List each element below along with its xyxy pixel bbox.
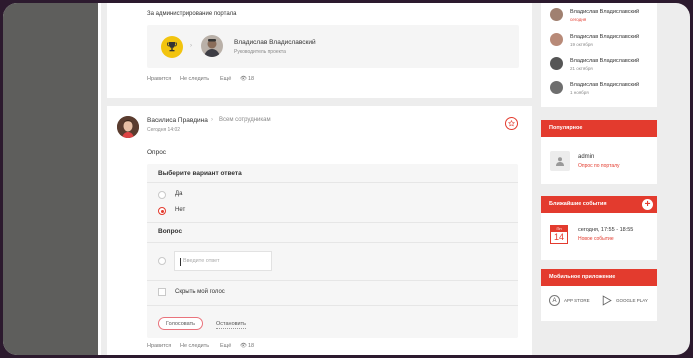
birthday-date: 1 ноября bbox=[570, 90, 589, 95]
divider bbox=[147, 280, 518, 281]
eye-icon: 👁 bbox=[240, 76, 247, 82]
avatar bbox=[550, 8, 563, 21]
poll-block: Выберите вариант ответа Да Нет Вопрос Вв… bbox=[147, 164, 518, 338]
birthdays-widget: Владислав Владиславский сегодня Владисла… bbox=[541, 3, 657, 107]
birthday-date: сегодня bbox=[570, 17, 587, 22]
events-header: Ближайшие события + bbox=[541, 196, 657, 213]
stop-poll-link[interactable]: Остановить bbox=[216, 320, 247, 329]
author-name[interactable]: Василиса Правдина bbox=[147, 117, 208, 124]
divider bbox=[147, 305, 518, 306]
popular-header: Популярное bbox=[541, 120, 657, 137]
news-feed: За администрирование портала › Владислав… bbox=[107, 3, 532, 355]
events-widget: Ближайшие события + Пн 14 сегодня, 17:55… bbox=[541, 196, 657, 260]
unfollow-link[interactable]: Не следить bbox=[180, 76, 209, 82]
avatar bbox=[550, 57, 563, 70]
mobile-header: Мобильное приложение bbox=[541, 269, 657, 286]
eye-icon: 👁 bbox=[240, 343, 247, 349]
birthday-name: Владислав Владиславский bbox=[570, 58, 640, 64]
birthday-name: Владислав Владиславский bbox=[570, 82, 640, 88]
google-play-button[interactable]: GOOGLE PLAY bbox=[601, 295, 648, 306]
like-link[interactable]: Нравится bbox=[147, 76, 171, 82]
views-count: 18 bbox=[248, 343, 255, 349]
poll-option-label: Нет bbox=[175, 207, 186, 213]
left-sidebar-dimmed bbox=[3, 3, 98, 355]
divider bbox=[147, 182, 518, 183]
poll-question-label: Вопрос bbox=[158, 228, 183, 235]
answer-radio[interactable] bbox=[158, 257, 166, 265]
birthday-date: 21 октября bbox=[570, 66, 593, 71]
user-placeholder-icon bbox=[550, 151, 570, 171]
event-time: сегодня, 17:55 - 18:55 bbox=[578, 227, 634, 233]
sidebar-edge bbox=[98, 3, 101, 355]
google-play-label: GOOGLE PLAY bbox=[616, 298, 648, 303]
avatar[interactable] bbox=[117, 116, 139, 138]
birthday-name: Владислав Владиславский bbox=[570, 9, 640, 15]
hide-vote-label: Скрыть мой голос bbox=[175, 289, 225, 295]
award-user-role: Руководитель проекта bbox=[234, 49, 286, 55]
event-link[interactable]: Новое событие bbox=[578, 236, 614, 242]
popular-widget: Популярное admin Опрос по порталу bbox=[541, 120, 657, 184]
divider bbox=[147, 222, 518, 223]
avatar bbox=[550, 33, 563, 46]
text-cursor bbox=[180, 258, 181, 266]
popular-user-name[interactable]: admin bbox=[578, 154, 594, 160]
avatar bbox=[201, 35, 223, 57]
hide-vote-checkbox[interactable] bbox=[158, 288, 166, 296]
post-caption: За администрирование портала bbox=[147, 11, 237, 17]
post-time: Сегодня 14:02 bbox=[147, 127, 181, 133]
poll-option-radio-selected[interactable] bbox=[158, 207, 166, 215]
google-play-icon bbox=[602, 295, 612, 306]
calendar-day: 14 bbox=[553, 232, 564, 242]
views-count: 18 bbox=[248, 76, 255, 82]
post-title: Опрос bbox=[147, 149, 167, 156]
mobile-app-widget: Мобильное приложение A APP STORE GOOGLE … bbox=[541, 269, 657, 321]
answer-placeholder: Введите ответ bbox=[183, 258, 220, 264]
feed-post-award: За администрирование портала › Владислав… bbox=[107, 3, 532, 98]
chevron-right-icon: › bbox=[190, 43, 192, 49]
post-audience[interactable]: Всем сотрудникам bbox=[219, 117, 271, 123]
vote-button[interactable]: Голосовать bbox=[158, 317, 203, 330]
app-window: За администрирование портала › Владислав… bbox=[3, 3, 690, 355]
divider bbox=[147, 242, 518, 243]
award-user-name[interactable]: Владислав Владиславский bbox=[234, 39, 316, 46]
birthday-name: Владислав Владиславский bbox=[570, 34, 640, 40]
app-store-button[interactable]: A APP STORE bbox=[549, 295, 590, 306]
answer-input[interactable]: Введите ответ bbox=[174, 251, 272, 271]
more-link[interactable]: Ещё bbox=[220, 76, 231, 82]
app-store-icon: A bbox=[549, 295, 560, 306]
events-title: Ближайшие события bbox=[549, 201, 607, 207]
poll-option-label: Да bbox=[175, 191, 183, 197]
award-block: › Владислав Владиславский Руководитель п… bbox=[147, 25, 519, 68]
feed-post-poll: Василиса Правдина › Всем сотрудникам Сег… bbox=[107, 106, 532, 355]
chevron-right-icon: › bbox=[211, 117, 213, 123]
trophy-icon bbox=[161, 36, 183, 58]
poll-question-header: Выберите вариант ответа bbox=[158, 170, 242, 177]
unfollow-link[interactable]: Не следить bbox=[180, 343, 209, 349]
poll-option-radio[interactable] bbox=[158, 191, 166, 199]
popular-link[interactable]: Опрос по порталу bbox=[578, 163, 620, 169]
star-icon[interactable] bbox=[505, 117, 518, 130]
calendar-icon: Пн 14 bbox=[550, 225, 568, 244]
add-event-icon[interactable]: + bbox=[642, 199, 653, 210]
more-link[interactable]: Ещё bbox=[220, 343, 231, 349]
avatar bbox=[550, 81, 563, 94]
birthday-date: 19 октября bbox=[570, 42, 593, 47]
app-store-label: APP STORE bbox=[564, 298, 590, 303]
like-link[interactable]: Нравится bbox=[147, 343, 171, 349]
